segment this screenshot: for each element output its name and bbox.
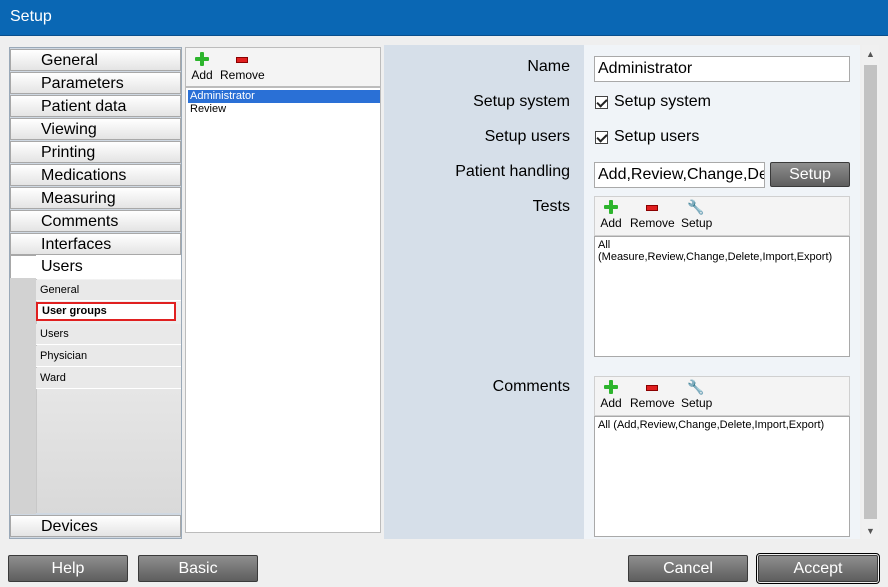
setup-users-label: Setup users bbox=[484, 128, 570, 145]
nav-item-printing[interactable]: Printing bbox=[10, 141, 181, 163]
list-item[interactable]: Review bbox=[188, 103, 380, 116]
subnav-item-general[interactable]: General bbox=[36, 280, 181, 301]
scroll-down-icon[interactable]: ▼ bbox=[866, 526, 875, 536]
window-title: Setup bbox=[10, 8, 52, 25]
tests-label: Tests bbox=[532, 198, 570, 215]
checkbox-checked-icon bbox=[595, 130, 608, 144]
name-label: Name bbox=[527, 58, 570, 75]
setup-system-label: Setup system bbox=[473, 93, 570, 110]
comments-setup-label: Setup bbox=[681, 396, 713, 410]
basic-button[interactable]: Basic bbox=[138, 555, 258, 582]
title-bar: Setup bbox=[0, 0, 888, 36]
subnav-item-users[interactable]: Users bbox=[36, 324, 181, 345]
add-group-label: Add bbox=[191, 68, 213, 82]
patient-handling-setup-button[interactable]: Setup bbox=[770, 162, 850, 187]
nav-item-comments[interactable]: Comments bbox=[10, 210, 181, 232]
nav-item-interfaces[interactable]: Interfaces bbox=[10, 233, 181, 255]
setup-system-check-label: Setup system bbox=[614, 93, 711, 110]
group-list-toolbar: Add Remove bbox=[185, 47, 381, 87]
accept-button[interactable]: Accept bbox=[756, 553, 880, 584]
nav-item-measuring[interactable]: Measuring bbox=[10, 187, 181, 209]
nav-item-viewing[interactable]: Viewing bbox=[10, 118, 181, 140]
nav-item-medications[interactable]: Medications bbox=[10, 164, 181, 186]
plus-icon bbox=[604, 200, 618, 214]
tests-setup-button[interactable]: 🔧 Setup bbox=[681, 199, 713, 230]
remove-group-label: Remove bbox=[220, 68, 265, 82]
add-group-button[interactable]: Add bbox=[190, 52, 214, 82]
scroll-up-icon[interactable]: ▲ bbox=[866, 49, 875, 59]
vertical-scrollbar[interactable]: ▲ ▼ bbox=[862, 45, 879, 539]
plus-icon bbox=[195, 52, 209, 66]
tests-add-label: Add bbox=[600, 216, 622, 230]
subnav-item-ward[interactable]: Ward bbox=[36, 368, 181, 389]
comments-toolbar: Add Remove 🔧 Setup bbox=[594, 376, 850, 416]
patient-handling-field[interactable]: Add,Review,Change,De bbox=[594, 162, 765, 188]
nav-item-patient-data[interactable]: Patient data bbox=[10, 95, 181, 117]
setup-users-check-label: Setup users bbox=[614, 128, 700, 145]
subnav-item-user-groups[interactable]: User groups bbox=[36, 302, 176, 321]
comments-add-label: Add bbox=[600, 396, 622, 410]
wrench-icon: 🔧 bbox=[687, 379, 705, 395]
patient-handling-label: Patient handling bbox=[455, 163, 570, 180]
tests-remove-button[interactable]: Remove bbox=[630, 200, 675, 230]
help-button[interactable]: Help bbox=[8, 555, 128, 582]
nav-item-users[interactable]: Users bbox=[36, 255, 181, 279]
user-group-list[interactable]: Administrator Review bbox=[185, 87, 381, 533]
cancel-button[interactable]: Cancel bbox=[628, 555, 748, 582]
tests-remove-label: Remove bbox=[630, 216, 675, 230]
tests-setup-label: Setup bbox=[681, 216, 713, 230]
minus-icon bbox=[646, 385, 658, 391]
checkbox-checked-icon bbox=[595, 95, 608, 109]
comments-add-button[interactable]: Add bbox=[599, 380, 623, 410]
nav-indent-strip bbox=[10, 278, 36, 514]
footer-bar bbox=[0, 545, 888, 587]
setup-users-checkbox[interactable]: Setup users bbox=[595, 128, 699, 146]
nav-item-general[interactable]: General bbox=[10, 49, 181, 71]
nav-item-parameters[interactable]: Parameters bbox=[10, 72, 181, 94]
tests-add-button[interactable]: Add bbox=[599, 200, 623, 230]
comments-label: Comments bbox=[492, 378, 570, 395]
subnav-item-physician[interactable]: Physician bbox=[36, 346, 181, 367]
name-input[interactable]: Administrator bbox=[594, 56, 850, 82]
scrollbar-thumb[interactable] bbox=[864, 65, 877, 519]
minus-icon bbox=[646, 205, 658, 211]
comments-setup-button[interactable]: 🔧 Setup bbox=[681, 379, 713, 410]
list-item[interactable]: Administrator bbox=[188, 90, 380, 103]
wrench-icon: 🔧 bbox=[687, 199, 705, 215]
plus-icon bbox=[604, 380, 618, 394]
comments-remove-button[interactable]: Remove bbox=[630, 380, 675, 410]
nav-item-devices[interactable]: Devices bbox=[10, 515, 181, 537]
remove-group-button[interactable]: Remove bbox=[220, 52, 265, 82]
setup-system-checkbox[interactable]: Setup system bbox=[595, 93, 711, 111]
comments-remove-label: Remove bbox=[630, 396, 675, 410]
minus-icon bbox=[236, 57, 248, 63]
tests-textbox[interactable]: All (Measure,Review,Change,Delete,Import… bbox=[594, 236, 850, 357]
tests-toolbar: Add Remove 🔧 Setup bbox=[594, 196, 850, 236]
comments-textbox[interactable]: All (Add,Review,Change,Delete,Import,Exp… bbox=[594, 416, 850, 537]
